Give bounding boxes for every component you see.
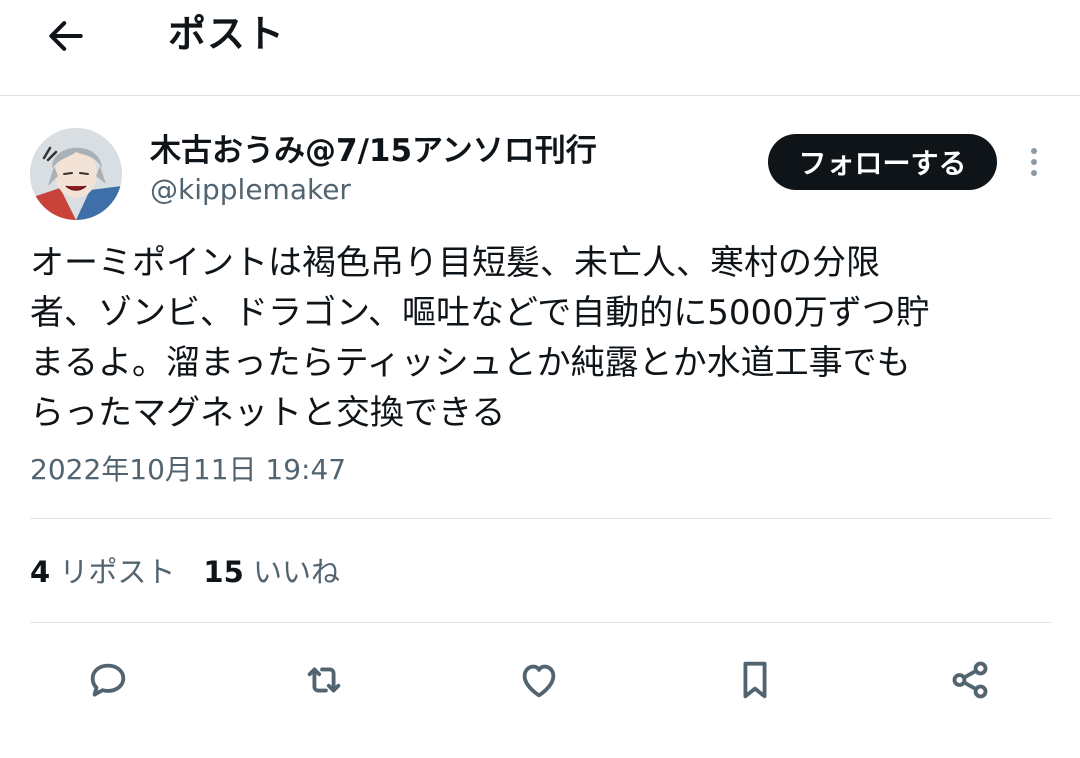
reposts-count: 4 (30, 555, 51, 589)
likes-count: 15 (203, 555, 244, 589)
likes-label: いいね (253, 555, 341, 589)
share-icon (952, 661, 988, 699)
back-button[interactable] (38, 8, 94, 64)
reposts-stat[interactable]: 4 リポスト (30, 552, 175, 592)
arrow-left-icon (49, 21, 83, 51)
repost-button[interactable] (296, 652, 352, 708)
avatar[interactable] (30, 128, 122, 220)
bookmark-icon (743, 661, 767, 699)
like-icon (522, 664, 556, 698)
page-title: ポスト (168, 12, 286, 56)
more-vertical-icon (1031, 148, 1037, 176)
repost-icon (307, 667, 341, 693)
post-timestamp[interactable]: 2022年10月11日 19:47 (30, 450, 346, 490)
reply-button[interactable] (80, 652, 136, 708)
author-handle[interactable]: @kipplemaker (150, 172, 351, 208)
author-display-name[interactable]: 木古おうみ@7/15アンソロ刊行 (150, 131, 597, 171)
more-options-button[interactable] (1018, 140, 1050, 184)
like-button[interactable] (511, 652, 567, 708)
reposts-label: リポスト (59, 555, 176, 589)
post-text: オーミポイントは褐色吊り目短髪、未亡人、寒村の分限 者、ゾンビ、ドラゴン、嘔吐な… (30, 243, 930, 433)
likes-stat[interactable]: 15 いいね (203, 552, 340, 592)
post-stats: 4 リポスト 15 いいね (30, 552, 340, 592)
divider (30, 622, 1052, 623)
follow-button[interactable]: フォローする (768, 134, 997, 190)
bookmark-button[interactable] (727, 652, 783, 708)
divider (30, 518, 1052, 519)
top-bar: ポスト (0, 0, 1080, 96)
share-button[interactable] (942, 652, 998, 708)
reply-icon (90, 663, 126, 697)
